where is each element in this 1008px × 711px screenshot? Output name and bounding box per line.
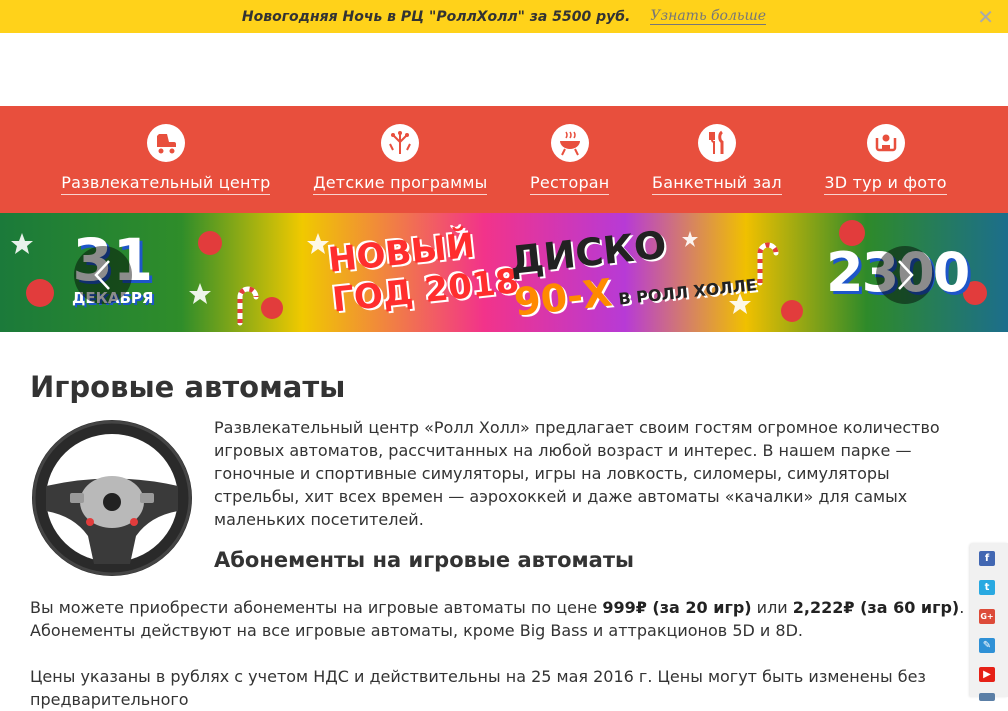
nav-label: Ресторан — [530, 173, 610, 195]
page-title: Игровые автоматы — [30, 370, 346, 404]
subscription-text-or: или — [751, 598, 793, 617]
promo-bar: Новогодняя Ночь в РЦ "РоллХолл" за 5500 … — [0, 0, 1008, 33]
nav-item-restaurant[interactable]: Ресторан — [530, 106, 610, 195]
steering-wheel-image — [30, 416, 194, 580]
grill-icon — [550, 124, 589, 162]
chevron-right-icon — [898, 260, 914, 290]
nav-item-3d-tour[interactable]: 3D тур и фото — [824, 106, 947, 195]
youtube-icon[interactable]: ▶ — [979, 667, 995, 682]
nav-item-kids-programs[interactable]: Детские программы — [313, 106, 488, 195]
nav-label: Банкетный зал — [652, 173, 782, 195]
carousel-prev-button[interactable] — [74, 246, 132, 304]
subscription-price-60: 2,222₽ (за 60 игр) — [792, 598, 960, 617]
subscription-text-part1: Вы можете приобрести абонементы на игров… — [30, 598, 603, 617]
prices-note: Цены указаны в рублях с учетом НДС и дей… — [30, 667, 926, 709]
social-share-bar: f t G+ ✎ ▶ — [970, 543, 1008, 701]
banner-disco-sub: 90-Х — [512, 270, 615, 325]
nav-label: Развлекательный центр — [61, 173, 271, 195]
promo-banner[interactable]: 31 ДЕКАБРЯ НОВЫЙ ГОД 2018 ДИСКО 90-Х В РО… — [0, 213, 1008, 332]
facebook-icon[interactable]: f — [979, 551, 995, 566]
livejournal-icon[interactable]: ✎ — [979, 638, 995, 653]
close-icon[interactable]: ✕ — [977, 5, 994, 29]
roller-skate-icon — [146, 124, 185, 162]
twitter-icon[interactable]: t — [979, 580, 995, 595]
promo-text: Новогодняя Ночь в РЦ "РоллХолл" за 5500 … — [241, 8, 631, 25]
banner-disco-where: В РОЛЛ ХОЛЛЕ — [617, 275, 758, 309]
section-subtitle: Абонементы на игровые автоматы — [214, 548, 635, 572]
subscription-paragraph: Вы можете приобрести абонементы на игров… — [30, 596, 970, 642]
promo-learn-more-link[interactable]: Узнать больше — [650, 8, 767, 25]
chevron-left-icon — [94, 260, 110, 290]
google-plus-icon[interactable]: G+ — [979, 609, 995, 624]
nav-item-banquet-hall[interactable]: Банкетный зал — [652, 106, 782, 195]
cutlery-icon — [697, 124, 736, 162]
main-nav: Развлекательный центр Детские программы … — [0, 106, 1008, 213]
nav-label: 3D тур и фото — [824, 173, 947, 195]
carousel-next-button[interactable] — [876, 246, 934, 304]
vk-icon[interactable] — [979, 693, 995, 701]
nav-label: Детские программы — [313, 173, 488, 195]
fireworks-icon — [381, 124, 420, 162]
tour-360-icon — [866, 124, 905, 162]
nav-item-entertainment[interactable]: Развлекательный центр — [61, 106, 271, 195]
intro-paragraph: Развлекательный центр «Ролл Холл» предла… — [214, 418, 940, 529]
subscription-price-20: 999₽ (за 20 игр) — [602, 598, 752, 617]
